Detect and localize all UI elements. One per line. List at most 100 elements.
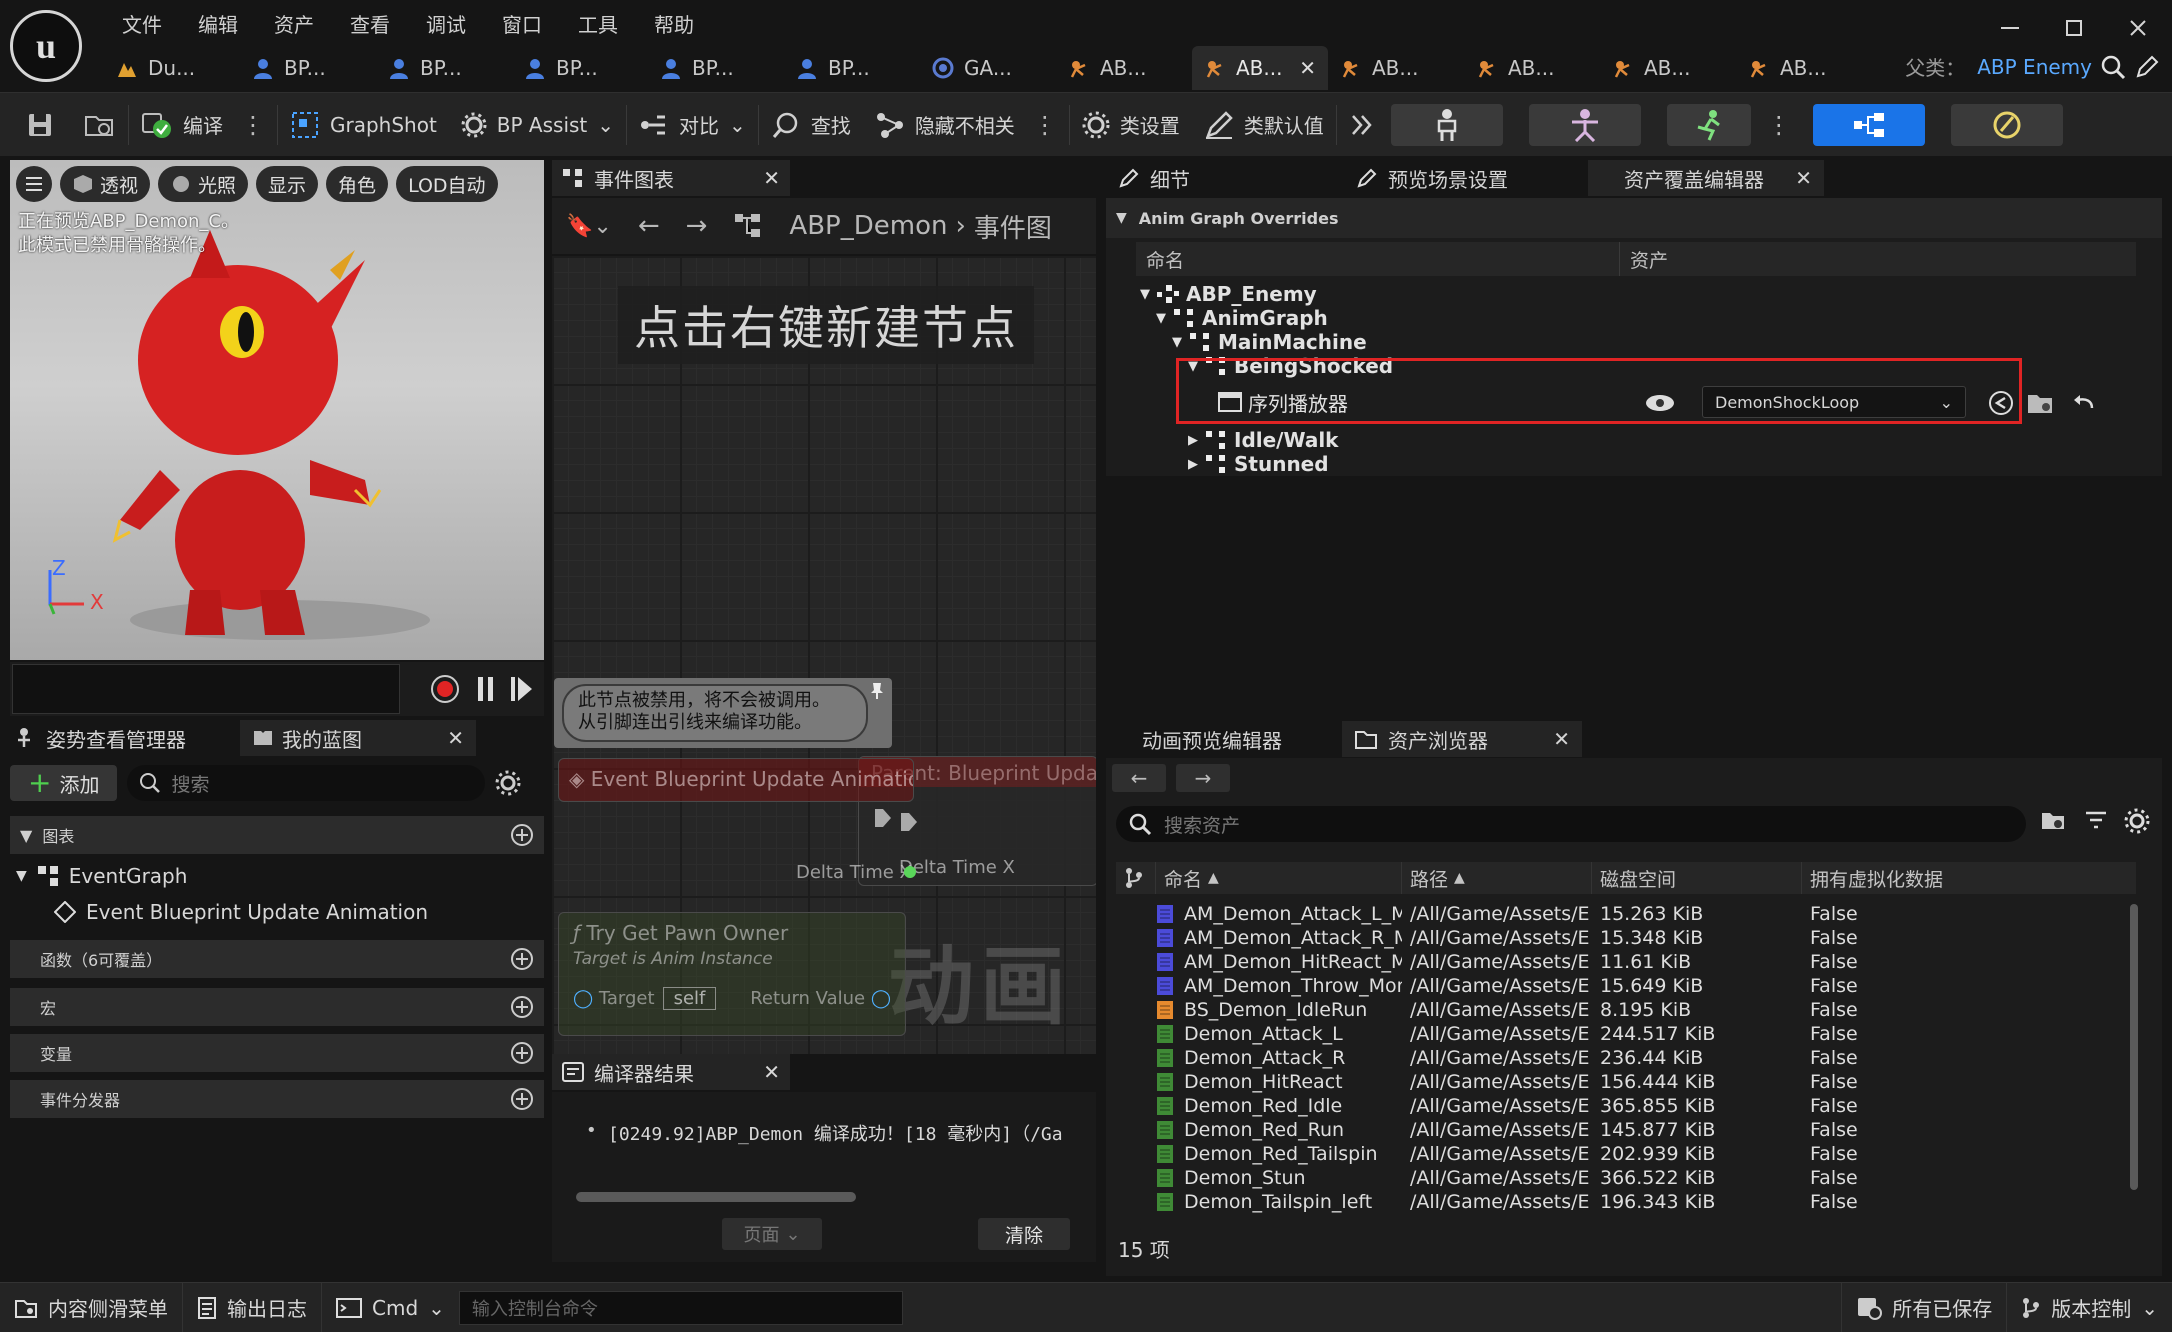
target-pin[interactable]: ◯ Target self	[573, 987, 717, 1010]
compile-options-icon[interactable]: ⋮	[241, 111, 265, 139]
doc-tab[interactable]: BP...	[784, 46, 920, 90]
section-variables[interactable]: 变量	[10, 1034, 544, 1072]
table-row[interactable]: Demon_Red_Idle/All/Game/Assets/E 365.855 …	[1116, 1094, 2136, 1118]
lod-auto-button[interactable]: LOD自动	[396, 166, 498, 202]
pin-icon[interactable]	[870, 682, 884, 700]
close-icon[interactable]: ✕	[763, 166, 780, 190]
doc-tab[interactable]: AB...	[1056, 46, 1192, 90]
tab-my-blueprint[interactable]: 我的蓝图 ✕	[240, 720, 476, 756]
tab-preview-scene-settings[interactable]: 预览场景设置	[1344, 160, 1588, 196]
menu-edit[interactable]: 编辑	[180, 9, 256, 38]
doc-tab[interactable]: Du...	[104, 46, 240, 90]
column-asset[interactable]: 资产	[1620, 246, 1668, 273]
table-row[interactable]: AM_Demon_Attack_L_Montage/All/Game/Asset…	[1116, 902, 2136, 926]
breadcrumb-child[interactable]: 事件图	[974, 208, 1052, 245]
perspective-button[interactable]: 透视	[60, 166, 151, 202]
output-log-button[interactable]: 输出日志	[183, 1282, 322, 1332]
horizontal-scrollbar[interactable]	[576, 1192, 856, 1202]
table-row[interactable]: Demon_Attack_R/All/Game/Assets/E 236.44 K…	[1116, 1046, 2136, 1070]
asset-search-input[interactable]: 搜索资产	[1116, 806, 2026, 842]
table-row[interactable]: Demon_Attack_L/All/Game/Assets/E 244.517 …	[1116, 1022, 2136, 1046]
mesh-mode-button[interactable]	[1528, 103, 1641, 146]
mode-options[interactable]: ⋮	[1751, 93, 1799, 157]
settings-gear-icon[interactable]	[2124, 808, 2150, 834]
return-value-pin[interactable]: Return Value ◯	[750, 988, 891, 1009]
timeline-field[interactable]	[12, 664, 400, 714]
menu-tools[interactable]: 工具	[560, 9, 636, 38]
menu-view[interactable]: 查看	[332, 9, 408, 38]
close-icon[interactable]: ✕	[1795, 166, 1812, 190]
diff-button[interactable]: 对比 ⌄	[627, 93, 758, 157]
table-row[interactable]: AM_Demon_HitReact_Montage/All/Game/Asset…	[1116, 950, 2136, 974]
tab-asset-browser[interactable]: 资产浏览器 ✕	[1342, 721, 1582, 757]
browse-button[interactable]	[72, 93, 128, 157]
reset-arrow-icon[interactable]	[2072, 392, 2096, 414]
folder-search-icon[interactable]	[2040, 809, 2068, 833]
source-control-button[interactable]: 版本控制 ⌄	[2007, 1283, 2172, 1332]
column-path-header[interactable]: 路径 ▲	[1402, 862, 1592, 894]
menu-help[interactable]: 帮助	[636, 9, 712, 38]
settings-gear-icon[interactable]	[495, 770, 521, 796]
eye-icon[interactable]	[1644, 392, 1676, 414]
tree-node-idle-walk[interactable]: ▶ Idle/Walk	[1188, 428, 1338, 452]
use-selected-asset-icon[interactable]	[1988, 390, 2014, 416]
class-defaults-button[interactable]: 类默认值	[1192, 93, 1336, 157]
doc-tab[interactable]: AB... ✕	[1192, 46, 1328, 90]
asset-override-dropdown[interactable]: DemonShockLoop ⌄	[1702, 386, 1966, 418]
lighting-button[interactable]: 光照	[158, 166, 249, 202]
event-update-animation-node[interactable]: ◈ Event Blueprint Update Animation	[558, 758, 914, 802]
menu-file[interactable]: 文件	[104, 9, 180, 38]
hide-unrelated-button[interactable]: 隐藏不相关 ⋮	[863, 93, 1069, 157]
table-row[interactable]: AM_Demon_Attack_R_Montage/All/Game/Asset…	[1116, 926, 2136, 950]
add-variable-icon[interactable]	[510, 1041, 534, 1065]
section-functions[interactable]: 函数（6可覆盖）	[10, 940, 544, 978]
parent-class-link[interactable]: ABP Enemy	[1977, 55, 2092, 79]
close-icon[interactable]: ✕	[1553, 727, 1570, 751]
add-graph-icon[interactable]	[510, 823, 534, 847]
table-row[interactable]: Demon_Red_Tailspin/All/Game/Assets/E 202.…	[1116, 1142, 2136, 1166]
edit-pencil-icon[interactable]	[2134, 54, 2160, 80]
menu-debug[interactable]: 调试	[408, 9, 484, 38]
bookmark-icon[interactable]: 🔖⌄	[566, 214, 612, 239]
bp-assist-button[interactable]: BP Assist ⌄	[449, 93, 626, 157]
source-control-column-icon[interactable]	[1116, 862, 1156, 894]
doc-tab[interactable]: AB...	[1464, 46, 1600, 90]
tree-item-eventgraph[interactable]: ▼ EventGraph	[10, 858, 187, 894]
doc-tab[interactable]: BP...	[240, 46, 376, 90]
unreal-logo-icon[interactable]: u	[10, 10, 82, 82]
tab-asset-override-editor[interactable]: 资产覆盖编辑器 ✕	[1588, 160, 1824, 196]
target-self-field[interactable]: self	[662, 987, 717, 1010]
show-button[interactable]: 显示	[256, 166, 319, 202]
tree-node-abp-enemy[interactable]: ▼ ABP_Enemy	[1140, 282, 1317, 306]
exec-pin-icon[interactable]	[873, 807, 893, 829]
anim-graph-overrides-header[interactable]: ▼ Anim Graph Overrides	[1106, 198, 2162, 238]
column-disk-header[interactable]: 磁盘空间	[1592, 862, 1802, 894]
tab-details[interactable]: 细节	[1106, 160, 1344, 196]
forward-button[interactable]: →	[1176, 764, 1230, 792]
browse-asset-icon[interactable]	[2026, 390, 2056, 416]
exec-pin-icon[interactable]	[899, 811, 919, 833]
add-dispatcher-icon[interactable]	[510, 1087, 534, 1111]
tab-compiler-results[interactable]: 编译器结果 ✕	[552, 1054, 790, 1090]
try-get-pawn-owner-node[interactable]: ƒ Try Get Pawn Owner Target is Anim Inst…	[558, 912, 906, 1036]
table-row[interactable]: Demon_Red_Run/All/Game/Assets/E 145.877 K…	[1116, 1118, 2136, 1142]
class-settings-button[interactable]: 类设置	[1070, 93, 1192, 157]
console-input[interactable]: 输入控制台命令	[458, 1290, 903, 1325]
compiler-message[interactable]: [0249.92]ABP_Demon 编译成功！[18 毫秒内]（/Ga	[608, 1120, 1090, 1146]
tree-node-mainmachine[interactable]: ▼ MainMachine	[1172, 330, 1367, 354]
doc-tab[interactable]: BP...	[376, 46, 512, 90]
record-button[interactable]	[430, 674, 460, 704]
vertical-scrollbar[interactable]	[2130, 904, 2138, 1190]
character-button[interactable]: 角色	[326, 166, 389, 202]
clear-button[interactable]: 清除	[978, 1218, 1070, 1250]
my-blueprint-search-input[interactable]: 搜索	[127, 765, 486, 801]
close-window-button[interactable]	[2120, 10, 2156, 46]
tab-anim-preview-editor[interactable]: 动画预览编辑器	[1106, 721, 1342, 757]
table-row[interactable]: Demon_HitReact/All/Game/Assets/E 156.444 …	[1116, 1070, 2136, 1094]
blueprint-mode-button[interactable]	[1812, 103, 1925, 146]
page-dropdown[interactable]: 页面 ⌄	[722, 1218, 822, 1250]
pause-button[interactable]	[476, 676, 496, 702]
search-icon[interactable]	[2100, 54, 2126, 80]
tree-node-animgraph[interactable]: ▼ AnimGraph	[1156, 306, 1328, 330]
minimize-button[interactable]	[1992, 10, 2028, 46]
